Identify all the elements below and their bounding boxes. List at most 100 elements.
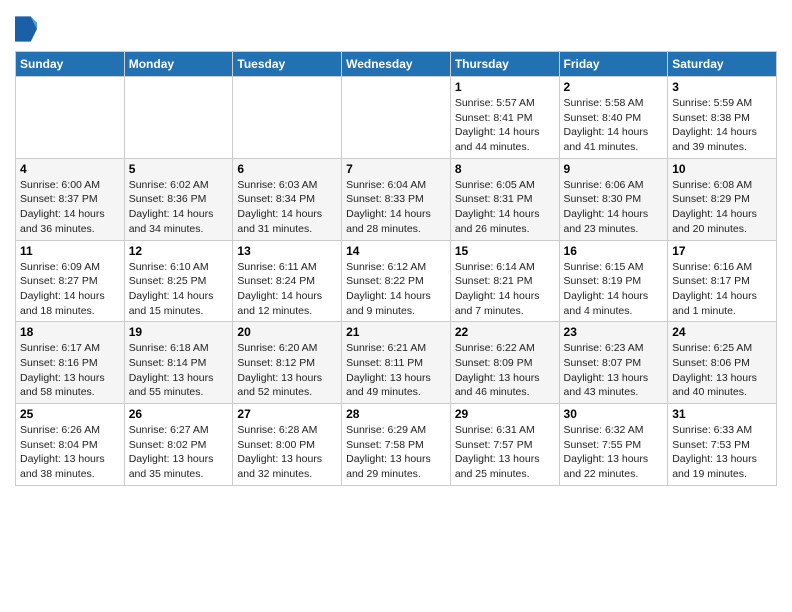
- calendar-cell: [233, 77, 342, 159]
- calendar-cell: 30Sunrise: 6:32 AM Sunset: 7:55 PM Dayli…: [559, 404, 668, 486]
- day-number: 23: [564, 325, 664, 339]
- day-number: 25: [20, 407, 120, 421]
- calendar-cell: 14 Sunrise: 6:12 AM Sunset: 8:22 PM Dayli…: [342, 240, 451, 322]
- day-number: 30: [564, 407, 664, 421]
- calendar-cell: 17 Sunrise: 6:16 AM Sunset: 8:17 PM Dayli…: [668, 240, 777, 322]
- day-info: Sunrise: 6:27 AM Sunset: 8:02 PM Dayligh…: [129, 423, 229, 482]
- column-header-monday: Monday: [124, 52, 233, 77]
- day-number: 14: [346, 244, 446, 258]
- day-info: Sunrise: 6:18 AM Sunset: 8:14 PM Dayligh…: [129, 341, 229, 400]
- day-info: Sunrise: 6:17 AM Sunset: 8:16 PM Dayligh…: [20, 341, 120, 400]
- day-number: 9: [564, 162, 664, 176]
- day-number: 11: [20, 244, 120, 258]
- calendar-week-5: 25 Sunrise: 6:26 AM Sunset: 8:04 PM Dayli…: [16, 404, 777, 486]
- calendar-cell: 9Sunrise: 6:06 AM Sunset: 8:30 PM Daylig…: [559, 158, 668, 240]
- calendar-cell: 25 Sunrise: 6:26 AM Sunset: 8:04 PM Dayli…: [16, 404, 125, 486]
- calendar-cell: 3 Sunrise: 5:59 AM Sunset: 8:38 PM Daylig…: [668, 77, 777, 159]
- day-info: Sunrise: 6:03 AM Sunset: 8:34 PM Dayligh…: [237, 178, 337, 237]
- day-info: Sunrise: 6:12 AM Sunset: 8:22 PM Dayligh…: [346, 260, 446, 319]
- calendar-cell: 12Sunrise: 6:10 AM Sunset: 8:25 PM Dayli…: [124, 240, 233, 322]
- day-number: 24: [672, 325, 772, 339]
- calendar-cell: 27 Sunrise: 6:28 AM Sunset: 8:00 PM Dayli…: [233, 404, 342, 486]
- calendar-cell: 6 Sunrise: 6:03 AM Sunset: 8:34 PM Daylig…: [233, 158, 342, 240]
- day-info: Sunrise: 6:08 AM Sunset: 8:29 PM Dayligh…: [672, 178, 772, 237]
- day-number: 1: [455, 80, 555, 94]
- day-number: 5: [129, 162, 229, 176]
- day-number: 15: [455, 244, 555, 258]
- day-info: Sunrise: 6:20 AM Sunset: 8:12 PM Dayligh…: [237, 341, 337, 400]
- calendar-cell: 13 Sunrise: 6:11 AM Sunset: 8:24 PM Dayli…: [233, 240, 342, 322]
- day-info: Sunrise: 6:02 AM Sunset: 8:36 PM Dayligh…: [129, 178, 229, 237]
- calendar-cell: 23 Sunrise: 6:23 AM Sunset: 8:07 PM Dayli…: [559, 322, 668, 404]
- calendar-cell: 10 Sunrise: 6:08 AM Sunset: 8:29 PM Dayli…: [668, 158, 777, 240]
- day-number: 8: [455, 162, 555, 176]
- day-number: 16: [564, 244, 664, 258]
- day-info: Sunrise: 6:14 AM Sunset: 8:21 PM Dayligh…: [455, 260, 555, 319]
- day-number: 31: [672, 407, 772, 421]
- calendar-cell: 24 Sunrise: 6:25 AM Sunset: 8:06 PM Dayli…: [668, 322, 777, 404]
- calendar-cell: 5 Sunrise: 6:02 AM Sunset: 8:36 PM Daylig…: [124, 158, 233, 240]
- calendar-cell: 19Sunrise: 6:18 AM Sunset: 8:14 PM Dayli…: [124, 322, 233, 404]
- day-info: Sunrise: 6:16 AM Sunset: 8:17 PM Dayligh…: [672, 260, 772, 319]
- column-header-saturday: Saturday: [668, 52, 777, 77]
- calendar-cell: 26 Sunrise: 6:27 AM Sunset: 8:02 PM Dayli…: [124, 404, 233, 486]
- column-header-friday: Friday: [559, 52, 668, 77]
- day-number: 20: [237, 325, 337, 339]
- calendar-week-1: 1 Sunrise: 5:57 AM Sunset: 8:41 PM Daylig…: [16, 77, 777, 159]
- day-number: 7: [346, 162, 446, 176]
- calendar-cell: 4Sunrise: 6:00 AM Sunset: 8:37 PM Daylig…: [16, 158, 125, 240]
- day-info: Sunrise: 6:29 AM Sunset: 7:58 PM Dayligh…: [346, 423, 446, 482]
- day-info: Sunrise: 6:15 AM Sunset: 8:19 PM Dayligh…: [564, 260, 664, 319]
- calendar-cell: 8 Sunrise: 6:05 AM Sunset: 8:31 PM Daylig…: [450, 158, 559, 240]
- column-header-wednesday: Wednesday: [342, 52, 451, 77]
- calendar-cell: [124, 77, 233, 159]
- day-number: 27: [237, 407, 337, 421]
- calendar-cell: 7Sunrise: 6:04 AM Sunset: 8:33 PM Daylig…: [342, 158, 451, 240]
- calendar-cell: 18 Sunrise: 6:17 AM Sunset: 8:16 PM Dayli…: [16, 322, 125, 404]
- column-header-tuesday: Tuesday: [233, 52, 342, 77]
- day-number: 18: [20, 325, 120, 339]
- calendar-week-4: 18 Sunrise: 6:17 AM Sunset: 8:16 PM Dayli…: [16, 322, 777, 404]
- day-info: Sunrise: 6:05 AM Sunset: 8:31 PM Dayligh…: [455, 178, 555, 237]
- day-number: 12: [129, 244, 229, 258]
- calendar-cell: 29 Sunrise: 6:31 AM Sunset: 7:57 PM Dayli…: [450, 404, 559, 486]
- column-header-sunday: Sunday: [16, 52, 125, 77]
- day-info: Sunrise: 5:57 AM Sunset: 8:41 PM Dayligh…: [455, 96, 555, 155]
- page-header: [15, 10, 777, 43]
- day-number: 2: [564, 80, 664, 94]
- calendar-cell: [16, 77, 125, 159]
- calendar-cell: 1 Sunrise: 5:57 AM Sunset: 8:41 PM Daylig…: [450, 77, 559, 159]
- day-info: Sunrise: 6:26 AM Sunset: 8:04 PM Dayligh…: [20, 423, 120, 482]
- day-info: Sunrise: 6:25 AM Sunset: 8:06 PM Dayligh…: [672, 341, 772, 400]
- calendar-cell: 20 Sunrise: 6:20 AM Sunset: 8:12 PM Dayli…: [233, 322, 342, 404]
- calendar-cell: [342, 77, 451, 159]
- calendar-cell: 11Sunrise: 6:09 AM Sunset: 8:27 PM Dayli…: [16, 240, 125, 322]
- calendar-cell: 15 Sunrise: 6:14 AM Sunset: 8:21 PM Dayli…: [450, 240, 559, 322]
- calendar-cell: 22 Sunrise: 6:22 AM Sunset: 8:09 PM Dayli…: [450, 322, 559, 404]
- day-info: Sunrise: 6:00 AM Sunset: 8:37 PM Dayligh…: [20, 178, 120, 237]
- day-info: Sunrise: 6:28 AM Sunset: 8:00 PM Dayligh…: [237, 423, 337, 482]
- logo: [15, 15, 42, 43]
- logo-icon: [15, 15, 37, 43]
- day-number: 26: [129, 407, 229, 421]
- day-info: Sunrise: 5:59 AM Sunset: 8:38 PM Dayligh…: [672, 96, 772, 155]
- day-number: 6: [237, 162, 337, 176]
- calendar-week-2: 4Sunrise: 6:00 AM Sunset: 8:37 PM Daylig…: [16, 158, 777, 240]
- day-info: Sunrise: 6:31 AM Sunset: 7:57 PM Dayligh…: [455, 423, 555, 482]
- day-info: Sunrise: 6:23 AM Sunset: 8:07 PM Dayligh…: [564, 341, 664, 400]
- day-number: 21: [346, 325, 446, 339]
- day-info: Sunrise: 6:21 AM Sunset: 8:11 PM Dayligh…: [346, 341, 446, 400]
- day-number: 22: [455, 325, 555, 339]
- column-header-thursday: Thursday: [450, 52, 559, 77]
- calendar-table: SundayMondayTuesdayWednesdayThursdayFrid…: [15, 51, 777, 486]
- day-number: 3: [672, 80, 772, 94]
- day-number: 13: [237, 244, 337, 258]
- day-number: 17: [672, 244, 772, 258]
- day-info: Sunrise: 6:22 AM Sunset: 8:09 PM Dayligh…: [455, 341, 555, 400]
- calendar-cell: 28 Sunrise: 6:29 AM Sunset: 7:58 PM Dayli…: [342, 404, 451, 486]
- day-info: Sunrise: 6:11 AM Sunset: 8:24 PM Dayligh…: [237, 260, 337, 319]
- day-info: Sunrise: 6:33 AM Sunset: 7:53 PM Dayligh…: [672, 423, 772, 482]
- day-number: 10: [672, 162, 772, 176]
- day-number: 29: [455, 407, 555, 421]
- day-number: 28: [346, 407, 446, 421]
